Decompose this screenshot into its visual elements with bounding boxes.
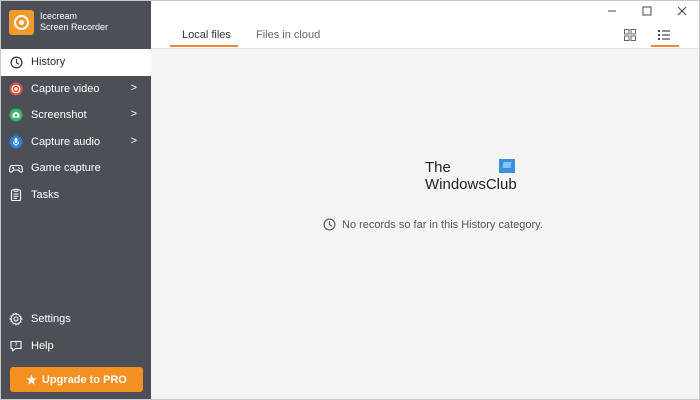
sidebar-nav: History Capture video > Screenshot > Cap… xyxy=(1,49,151,208)
gear-icon xyxy=(9,312,23,326)
app-logo-icon xyxy=(9,9,34,35)
header-bar: Local files Files in cloud xyxy=(151,1,699,49)
watermark-line2: WindowsClub xyxy=(425,176,517,193)
main-content: Local files Files in cloud The WindowsCl xyxy=(151,1,699,399)
sidebar-bottom-nav: Settings ? Help xyxy=(1,306,151,359)
sidebar-item-capture-audio[interactable]: Capture audio > xyxy=(1,129,151,156)
record-icon xyxy=(9,82,23,96)
sidebar-item-history[interactable]: History xyxy=(1,49,151,76)
star-icon: ★ xyxy=(26,372,37,387)
grid-view-icon[interactable] xyxy=(623,28,639,44)
sidebar-item-label: Help xyxy=(31,339,54,352)
tab-files-in-cloud[interactable]: Files in cloud xyxy=(256,29,320,41)
sidebar: Icecream Screen Recorder History Capture… xyxy=(1,1,151,399)
microphone-icon xyxy=(9,135,23,149)
close-icon[interactable] xyxy=(677,5,687,19)
svg-text:?: ? xyxy=(14,342,17,349)
app-window: Icecream Screen Recorder History Capture… xyxy=(0,0,700,400)
upgrade-label: Upgrade to PRO xyxy=(41,373,127,386)
sidebar-item-label: History xyxy=(31,56,66,69)
clock-icon xyxy=(323,218,336,231)
clock-icon xyxy=(9,55,23,69)
watermark-logo-icon xyxy=(499,159,515,173)
sidebar-item-label: Game capture xyxy=(31,162,101,175)
minimize-icon[interactable] xyxy=(607,5,617,19)
chevron-right-icon: > xyxy=(130,108,137,120)
tab-local-files[interactable]: Local files xyxy=(182,29,231,41)
sidebar-item-settings[interactable]: Settings xyxy=(1,306,151,333)
sidebar-item-game-capture[interactable]: Game capture xyxy=(1,155,151,182)
upgrade-button[interactable]: ★ Upgrade to PRO xyxy=(10,367,143,392)
app-title: Icecream Screen Recorder xyxy=(40,11,108,33)
help-icon: ? xyxy=(9,339,23,353)
sidebar-item-screenshot[interactable]: Screenshot > xyxy=(1,102,151,129)
chevron-right-icon: > xyxy=(130,134,137,147)
maximize-icon[interactable] xyxy=(642,5,652,19)
watermark: The WindowsClub xyxy=(425,159,517,193)
sidebar-item-label: Tasks xyxy=(31,188,60,201)
app-title-line2: Screen Recorder xyxy=(40,22,109,32)
sidebar-item-capture-video[interactable]: Capture video > xyxy=(1,76,151,103)
gamepad-icon xyxy=(9,161,23,175)
active-view-indicator xyxy=(651,45,679,47)
empty-state: No records so far in this History catego… xyxy=(323,218,543,231)
camera-icon xyxy=(9,108,23,122)
sidebar-item-help[interactable]: ? Help xyxy=(1,333,151,360)
chevron-right-icon: > xyxy=(130,81,137,94)
active-tab-indicator xyxy=(170,45,238,47)
sidebar-item-label: Settings xyxy=(31,313,71,326)
empty-state-message: No records so far in this History catego… xyxy=(342,218,543,231)
list-view-icon[interactable] xyxy=(657,28,673,44)
sidebar-item-tasks[interactable]: Tasks xyxy=(1,182,151,209)
app-title-line1: Icecream xyxy=(40,11,78,21)
app-brand: Icecream Screen Recorder xyxy=(9,8,108,36)
tasks-icon xyxy=(9,188,23,202)
